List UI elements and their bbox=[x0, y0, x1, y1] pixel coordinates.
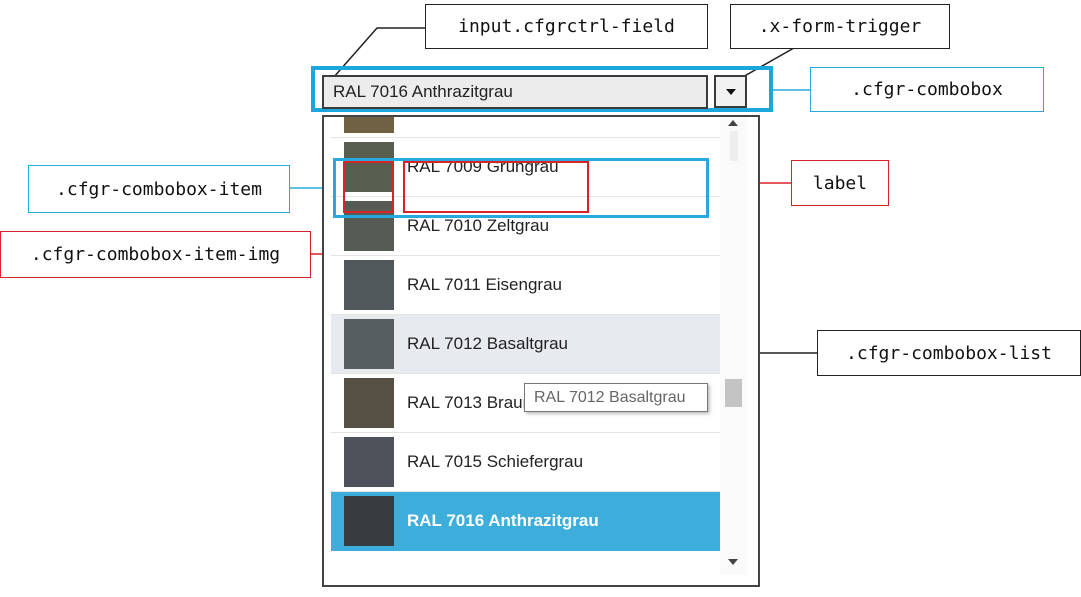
combobox-item[interactable]: RAL 7011 Eisengrau bbox=[331, 256, 720, 315]
scrollbar-track bbox=[730, 131, 738, 161]
combobox-item-label: RAL 7015 Schiefergrau bbox=[407, 452, 584, 471]
callout-combobox: .cfgr-combobox bbox=[810, 67, 1044, 112]
tooltip-text: RAL 7012 Basaltgrau bbox=[534, 388, 686, 406]
combobox-item[interactable]: RAL 7015 Schiefergrau bbox=[331, 433, 720, 492]
item-tooltip: RAL 7012 Basaltgrau bbox=[524, 383, 708, 412]
combobox-item-img bbox=[344, 496, 394, 546]
callout-combobox-list: .cfgr-combobox-list bbox=[817, 330, 1081, 376]
combobox-item[interactable]: RAL 7016 Anthrazitgrau bbox=[331, 492, 720, 551]
combobox-item-img bbox=[344, 378, 394, 428]
combobox-item-label: RAL 7011 Eisengrau bbox=[407, 275, 562, 294]
highlight-label bbox=[403, 161, 589, 213]
list-scrollbar[interactable] bbox=[720, 117, 747, 575]
callout-trigger: .x-form-trigger bbox=[730, 4, 950, 49]
combobox-item-img bbox=[344, 260, 394, 310]
combobox-item-label: RAL 7012 Basaltgrau bbox=[407, 334, 568, 353]
chevron-down-icon bbox=[725, 88, 736, 95]
scroll-down-arrow-icon[interactable] bbox=[728, 559, 738, 565]
callout-combobox-item-img: .cfgr-combobox-item-img bbox=[0, 231, 311, 278]
combobox-field-value: RAL 7016 Anthrazitgrau bbox=[333, 82, 513, 101]
combobox-item-img bbox=[344, 117, 394, 133]
callout-combobox-item: .cfgr-combobox-item bbox=[28, 165, 290, 213]
combobox-item-label: RAL 7008 Khakigrau bbox=[407, 117, 563, 118]
combobox-item[interactable]: RAL 7008 Khakigrau bbox=[331, 117, 720, 138]
combobox-field[interactable]: RAL 7016 Anthrazitgrau bbox=[322, 75, 708, 109]
combobox-item-img bbox=[344, 319, 394, 369]
highlight-combobox-item-img bbox=[343, 161, 394, 213]
callout-label: label bbox=[791, 160, 889, 206]
combobox-item-label: RAL 7016 Anthrazitgrau bbox=[407, 511, 599, 530]
combobox-item-img bbox=[344, 437, 394, 487]
scroll-up-arrow-icon[interactable] bbox=[728, 120, 738, 126]
combobox-trigger-button[interactable] bbox=[714, 75, 747, 108]
combobox-item[interactable]: RAL 7012 Basaltgrau bbox=[331, 315, 720, 374]
combobox-item-label: RAL 7010 Zeltgrau bbox=[407, 216, 550, 235]
callout-field: input.cfgrctrl-field bbox=[425, 4, 708, 49]
scrollbar-thumb[interactable] bbox=[725, 379, 742, 407]
